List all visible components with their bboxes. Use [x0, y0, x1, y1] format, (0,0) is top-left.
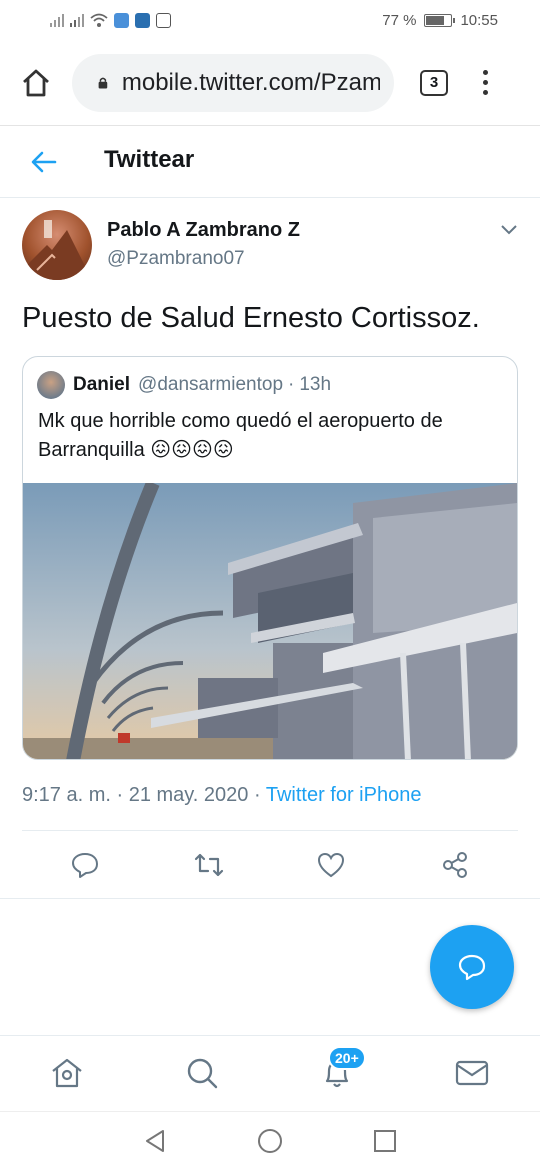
quoted-author-name: Daniel	[73, 374, 131, 395]
nav-search[interactable]	[185, 1056, 219, 1090]
quoted-separator: ·	[288, 374, 295, 395]
page-title: Twittear	[104, 146, 195, 173]
compose-reply-button[interactable]	[430, 925, 514, 1009]
back-button[interactable]	[28, 146, 60, 178]
like-button[interactable]	[316, 850, 346, 880]
reply-icon	[72, 853, 98, 878]
quoted-avatar	[37, 371, 65, 399]
mail-app-icon	[156, 12, 171, 28]
divider	[0, 898, 540, 899]
shield-app-icon	[135, 12, 150, 28]
url-text: mobile.twitter.com/Pzambrano07/status	[121, 68, 380, 96]
status-icons	[50, 12, 171, 28]
bottom-navigation: 20+	[0, 1035, 540, 1111]
reply-button[interactable]	[70, 850, 100, 880]
tweet-source-link[interactable]: Twitter for iPhone	[266, 784, 422, 806]
compose-icon	[458, 954, 486, 981]
battery-fill	[426, 15, 445, 25]
system-home-button[interactable]	[257, 1128, 283, 1154]
home-icon	[52, 1058, 82, 1088]
quoted-author-handle: @dansarmientop	[138, 374, 284, 395]
author-handle[interactable]: @Pzambrano07	[107, 248, 245, 270]
home-icon	[23, 69, 49, 96]
status-bar: 77 % 10:55	[0, 0, 540, 40]
tweet-actions	[0, 846, 540, 886]
retweet-button[interactable]	[194, 850, 224, 880]
chevron-down-icon	[501, 225, 517, 235]
quoted-time: 13h	[299, 374, 332, 395]
triangle-back-icon	[146, 1130, 164, 1152]
nav-home[interactable]	[50, 1056, 84, 1090]
twitter-header: Twittear	[0, 126, 540, 198]
system-recents-button[interactable]	[372, 1128, 398, 1154]
signal-icon	[70, 13, 84, 27]
nav-messages[interactable]	[455, 1056, 489, 1090]
tweet-author: Pablo A Zambrano Z @Pzambrano07	[22, 210, 522, 282]
messages-icon	[455, 1060, 489, 1086]
like-icon	[317, 852, 345, 878]
browser-menu-button[interactable]	[480, 70, 490, 95]
square-recents-icon	[374, 1130, 396, 1152]
circle-home-icon	[258, 1129, 282, 1153]
battery-percent: 77 %	[382, 11, 417, 29]
status-right: 77 % 10:55	[382, 12, 498, 29]
author-avatar[interactable]	[22, 210, 92, 280]
avatar-image	[27, 220, 87, 280]
quoted-emojis: 😖😖😖😖	[150, 439, 234, 461]
lock-icon	[98, 77, 108, 89]
tweet-timestamp: 9:17 a. m. · 21 may. 2020 ·	[22, 784, 266, 806]
browser-toolbar: mobile.twitter.com/Pzambrano07/status 3	[0, 40, 540, 126]
address-bar[interactable]: mobile.twitter.com/Pzambrano07/status	[72, 53, 394, 112]
more-vert-icon	[482, 70, 488, 75]
system-back-button[interactable]	[142, 1128, 168, 1154]
quoted-text: Mk que horrible como quedó el aeropuerto…	[38, 410, 443, 461]
quoted-tweet-text: Mk que horrible como quedó el aeropuerto…	[38, 407, 508, 465]
wifi-icon	[90, 13, 108, 27]
search-icon	[187, 1058, 218, 1089]
battery-icon	[424, 13, 456, 27]
share-icon	[443, 852, 467, 878]
share-button[interactable]	[440, 850, 470, 880]
retweet-icon	[194, 853, 224, 877]
arrow-left-icon	[31, 151, 57, 173]
tweet-menu-button[interactable]	[498, 218, 520, 240]
quoted-tweet-header: Daniel @dansarmientop · 13h	[37, 371, 331, 399]
tweet-meta: 9:17 a. m. · 21 may. 2020 · Twitter for …	[22, 784, 421, 807]
airport-photo[interactable]	[23, 483, 517, 760]
voice-icon	[114, 12, 129, 28]
clock: 10:55	[460, 11, 498, 29]
tab-switcher-button[interactable]: 3	[420, 69, 448, 96]
tweet-text: Puesto de Salud Ernesto Cortissoz.	[22, 302, 480, 334]
system-navigation	[0, 1111, 540, 1170]
author-name[interactable]: Pablo A Zambrano Z	[107, 219, 300, 242]
signal-icon	[50, 13, 64, 27]
divider	[22, 830, 518, 831]
quoted-tweet[interactable]: Daniel @dansarmientop · 13h Mk que horri…	[22, 356, 518, 760]
notification-badge: 20+	[328, 1046, 366, 1070]
browser-home-button[interactable]	[16, 63, 56, 103]
